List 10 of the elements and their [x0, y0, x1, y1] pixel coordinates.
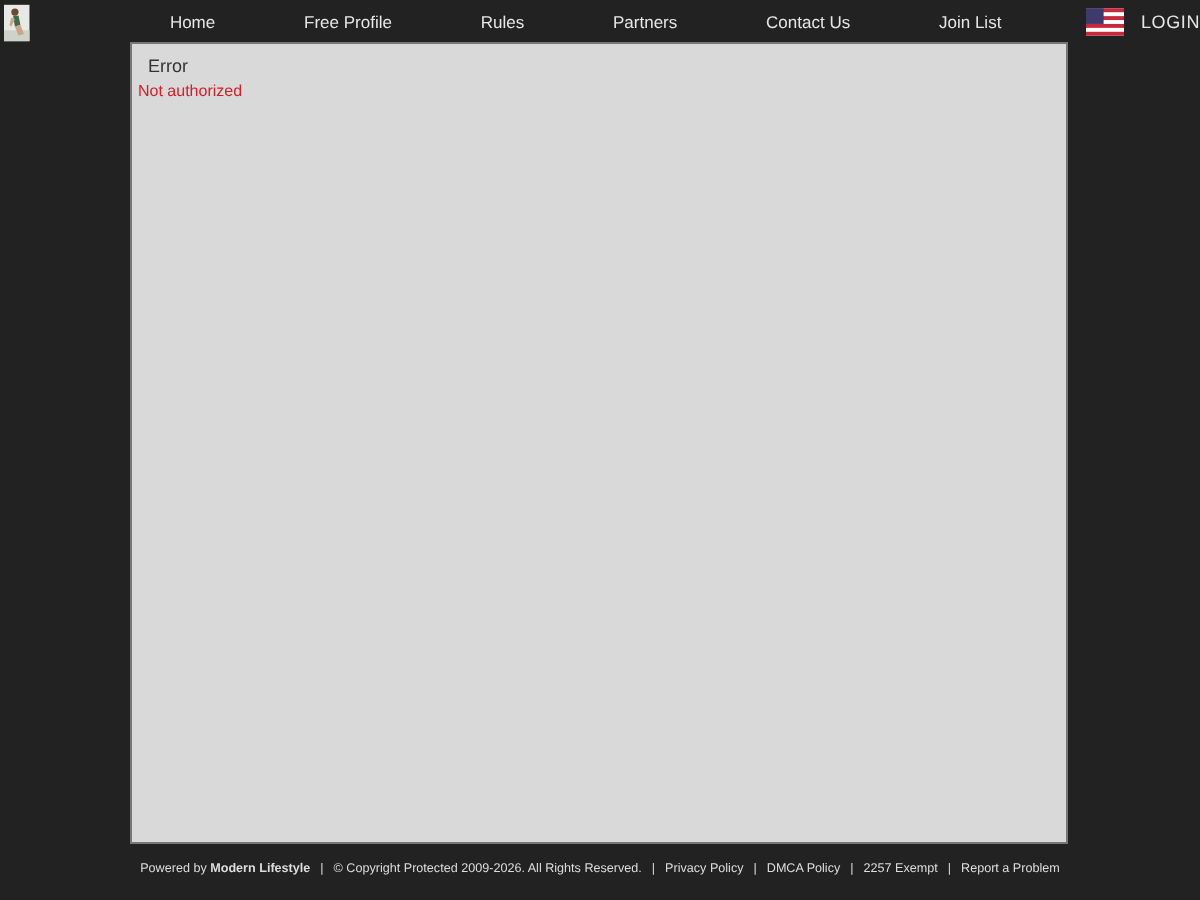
nav-link[interactable]: Contact Us — [766, 11, 851, 31]
login-link[interactable]: LOGIN — [1140, 11, 1200, 31]
nav-link[interactable]: Join List — [939, 11, 1002, 31]
nav-link[interactable]: Free Profile — [304, 11, 392, 31]
error-message: Not authorized — [138, 82, 245, 100]
nav-link[interactable]: Rules — [480, 11, 525, 31]
nav-link[interactable]: Home — [169, 11, 216, 31]
us-flag-icon[interactable] — [1085, 7, 1125, 35]
nav-link[interactable]: Partners — [613, 11, 678, 31]
panel-title: Error — [146, 56, 190, 76]
